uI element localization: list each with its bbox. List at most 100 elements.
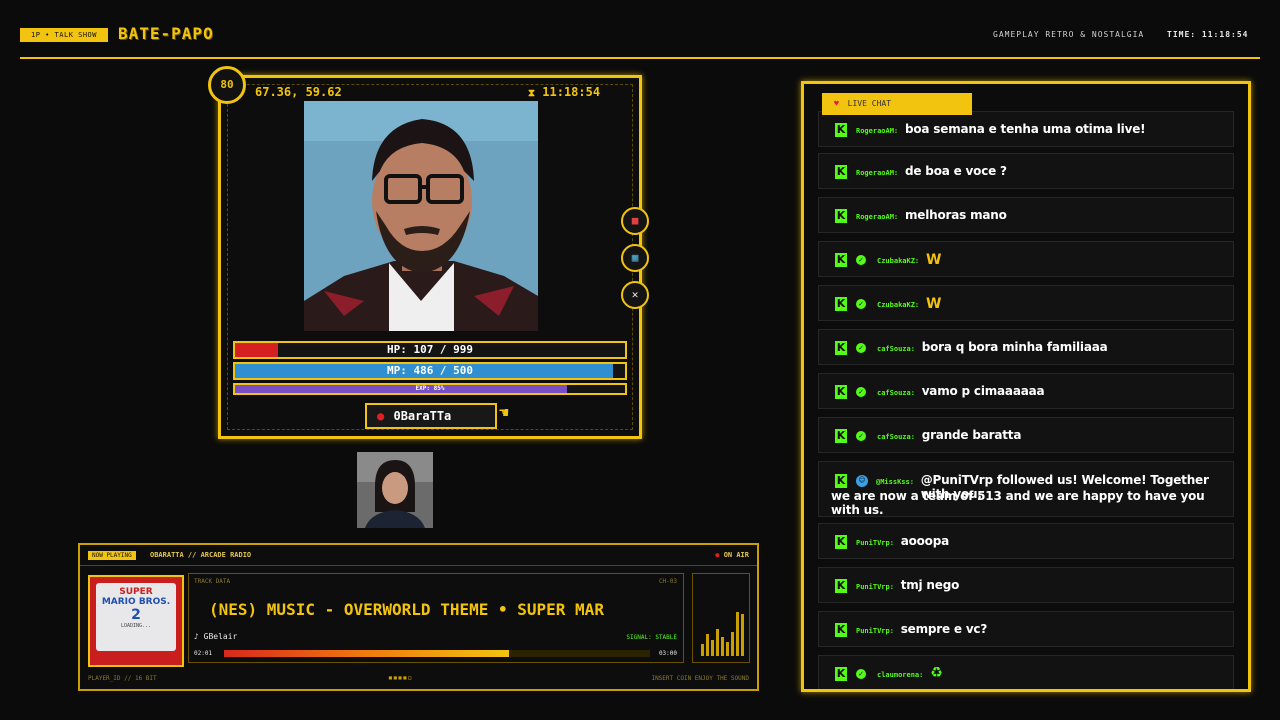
equalizer xyxy=(692,573,750,663)
card-clock: ⧗ 11:18:54 xyxy=(528,85,601,99)
exp-label: EXP: 85% xyxy=(415,385,445,392)
player-name-plate[interactable]: ● 0BaraTTa xyxy=(365,403,497,429)
verified-badge-icon: ✓ xyxy=(856,343,866,353)
webcam-illustration xyxy=(357,452,433,528)
portrait-illustration xyxy=(304,101,538,331)
cover-title-line1: SUPER xyxy=(119,587,153,597)
show-badge: 1P • TALK SHOW xyxy=(20,28,108,42)
track-data-label: TRACK DATA xyxy=(194,578,231,585)
streamer-portrait xyxy=(304,101,538,331)
chat-username[interactable]: CzubakaKZ: xyxy=(877,301,919,309)
time-value: 11:18:54 xyxy=(1201,30,1249,39)
close-icon[interactable]: ✕ xyxy=(621,281,649,309)
artist-name: ♪ GBelair xyxy=(194,632,238,641)
kick-icon: K xyxy=(835,209,847,223)
chat-username[interactable]: claumorena: xyxy=(877,671,923,679)
time-total: 03:00 xyxy=(658,650,677,657)
hp-bar: HP: 107 / 999 xyxy=(233,341,627,359)
live-chat-tab-label: LIVE CHAT xyxy=(847,99,892,108)
backpack-icon[interactable]: ■ xyxy=(621,207,649,235)
emote-icon: ♻ xyxy=(930,665,943,681)
chat-message-text: boa semana e tenha uma otima live! xyxy=(905,122,1146,136)
chat-username[interactable]: cafSouza: xyxy=(877,433,915,441)
now-playing-panel: NOW PLAYING OBARATTA // ARCADE RADIO ● O… xyxy=(78,543,759,691)
chat-message: K ✓ cafSouza: grande baratta xyxy=(818,417,1234,453)
bot-icon: ☺ xyxy=(856,475,868,487)
cover-logo: SUPER MARIO BROS. 2 LOADING... xyxy=(96,583,176,651)
kick-icon: K xyxy=(835,623,847,637)
chat-message-text-continued: we are now a team of 513 and we are happ… xyxy=(831,489,1205,517)
equalizer-bars xyxy=(701,612,744,656)
kick-icon: K xyxy=(835,579,847,593)
verified-badge-icon: ✓ xyxy=(856,299,866,309)
radio-title: OBARATTA // ARCADE RADIO xyxy=(150,551,252,559)
kick-icon: K xyxy=(835,253,847,267)
verified-badge-icon: ✓ xyxy=(856,387,866,397)
track-progress-bar[interactable] xyxy=(224,650,650,657)
kick-icon: K xyxy=(835,535,847,549)
chat-username[interactable]: RogeraoAM: xyxy=(856,213,898,221)
chat-message-text: melhoras mano xyxy=(905,208,1007,222)
hp-label: HP: 107 / 999 xyxy=(386,343,474,356)
map-icon[interactable]: ▦ xyxy=(621,244,649,272)
chat-message: K ✓ CzubakaKZ: W xyxy=(818,241,1234,277)
level-badge: 80 xyxy=(208,66,246,104)
track-marquee: (NES) MUSIC - OVERWORLD THEME • SUPER MA… xyxy=(209,600,604,619)
channel-label: CH-03 xyxy=(658,578,677,585)
chat-username[interactable]: cafSouza: xyxy=(877,345,915,353)
live-chat-panel: K RogeraoAM: boa semana e tenha uma otima … xyxy=(801,81,1251,692)
footer-tagline: INSERT COIN ENJOY THE SOUND xyxy=(651,675,749,682)
live-dot-icon: ● xyxy=(377,409,385,423)
chat-username[interactable]: RogeraoAM: xyxy=(856,169,898,177)
cover-subtitle: LOADING... xyxy=(120,623,152,629)
chat-username[interactable]: PuniTVrp: xyxy=(856,539,894,547)
chat-username[interactable]: RogeraoAM: xyxy=(856,127,898,135)
chat-message-text: W xyxy=(926,296,942,312)
exp-bar: EXP: 85% xyxy=(233,383,627,395)
on-air-indicator: ● ON AIR xyxy=(715,551,749,559)
chat-username[interactable]: PuniTVrp: xyxy=(856,583,894,591)
pointer-hand-icon: ☚ xyxy=(499,403,509,422)
album-cover: SUPER MARIO BROS. 2 LOADING... xyxy=(88,575,184,667)
live-chat-tab[interactable]: ♥ LIVE CHAT xyxy=(822,93,972,115)
chat-username[interactable]: CzubakaKZ: xyxy=(877,257,919,265)
kick-icon: K xyxy=(835,123,847,137)
verified-badge-icon: ✓ xyxy=(856,669,866,679)
chat-message-text: aooopa xyxy=(900,534,950,548)
player-id-label: PLAYER_ID // 16 BIT xyxy=(88,675,157,682)
track-progress-fill xyxy=(224,650,510,657)
coordinates-readout: 67.36, 59.62 xyxy=(255,85,342,99)
chat-username[interactable]: @MissKss: xyxy=(876,478,914,486)
chat-message-text: sempre e vc? xyxy=(900,622,988,636)
chat-message-text: de boa e voce ? xyxy=(905,164,1007,178)
chat-message: K ☺ @MissKss: @PuniTVrp followed us! Welcom… xyxy=(818,461,1234,517)
chat-message: K RogeraoAM: boa semana e tenha uma otima … xyxy=(818,111,1234,147)
hourglass-icon: ⧗ xyxy=(528,88,536,99)
chat-username[interactable]: cafSouza: xyxy=(877,389,915,397)
kick-icon: K xyxy=(835,297,847,311)
chat-username[interactable]: PuniTVrp: xyxy=(856,627,894,635)
time-elapsed: 02:01 xyxy=(194,650,213,657)
player-name: 0BaraTTa xyxy=(393,409,452,423)
verified-badge-icon: ✓ xyxy=(856,255,866,265)
mp-label: MP: 486 / 500 xyxy=(386,364,474,377)
now-playing-badge: NOW PLAYING xyxy=(88,551,136,560)
chat-message: K ✓ cafSouza: bora q bora minha familiaaa xyxy=(818,329,1234,365)
chat-message: K PuniTVrp: sempre e vc? xyxy=(818,611,1234,647)
kick-icon: K xyxy=(835,165,847,179)
chat-message-text: grande baratta xyxy=(921,428,1022,442)
chat-message: K ✓ claumorena: ♻ xyxy=(818,655,1234,689)
mp-bar: MP: 486 / 500 xyxy=(233,362,627,380)
signal-status: SIGNAL: STABLE xyxy=(626,634,677,641)
on-air-dot-icon: ● xyxy=(715,551,720,559)
track-data-box: TRACK DATA CH-03 (NES) MUSIC - OVERWORLD… xyxy=(188,573,684,663)
header-divider xyxy=(20,57,1260,59)
header-subtitle: GAMEPLAY RETRO & NOSTALGIA xyxy=(993,30,1145,39)
chat-message-text: vamo p cimaaaaaa xyxy=(921,384,1045,398)
cover-title-line2: MARIO BROS. xyxy=(101,597,171,607)
kick-icon: K xyxy=(835,667,847,681)
chat-message: K ✓ cafSouza: vamo p cimaaaaaa xyxy=(818,373,1234,409)
chat-message-text: bora q bora minha familiaaa xyxy=(921,340,1108,354)
chat-message-text: tmj nego xyxy=(900,578,960,592)
chat-message-text: W xyxy=(926,252,942,268)
